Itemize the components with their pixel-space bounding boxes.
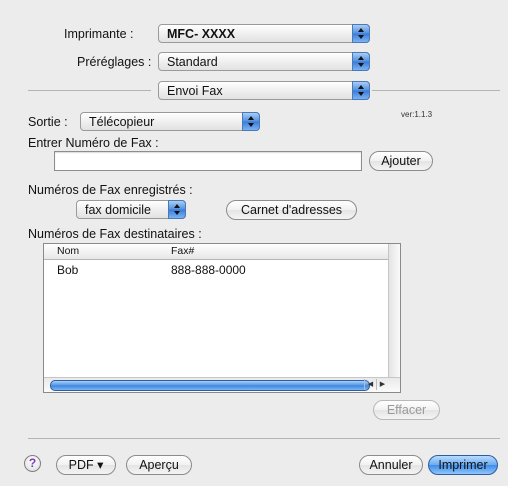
recipients-table[interactable]: Nom Fax# Bob 888-888-0000 ◀ ▶ bbox=[43, 243, 401, 393]
output-label: Sortie : bbox=[28, 115, 68, 129]
printer-popup[interactable]: MFC- XXXX bbox=[158, 24, 370, 43]
saved-numbers-value: fax domicile bbox=[85, 203, 151, 217]
presets-value: Standard bbox=[167, 55, 218, 69]
vertical-scrollbar[interactable] bbox=[388, 244, 400, 378]
separator-right bbox=[372, 90, 500, 91]
section-value: Envoi Fax bbox=[167, 84, 223, 98]
recipient-name: Bob bbox=[57, 263, 79, 277]
separator-left bbox=[28, 90, 151, 91]
output-value: Télécopieur bbox=[89, 115, 155, 129]
recipient-fax: 888-888-0000 bbox=[171, 263, 246, 277]
popup-arrows-icon bbox=[242, 112, 260, 131]
horizontal-scroll-thumb[interactable] bbox=[50, 380, 370, 391]
output-popup[interactable]: Télécopieur bbox=[80, 112, 260, 131]
delete-button[interactable]: Effacer bbox=[373, 400, 440, 420]
cancel-button[interactable]: Annuler bbox=[359, 455, 423, 475]
pdf-button[interactable]: PDF ▾ bbox=[56, 455, 116, 475]
scroll-left-icon[interactable]: ◀ bbox=[364, 379, 376, 390]
preview-button[interactable]: Aperçu bbox=[126, 455, 192, 475]
section-popup[interactable]: Envoi Fax bbox=[158, 81, 370, 100]
printer-value: MFC- XXXX bbox=[167, 27, 236, 41]
popup-arrows-icon bbox=[352, 81, 370, 100]
presets-popup[interactable]: Standard bbox=[158, 52, 370, 71]
scroll-right-icon[interactable]: ▶ bbox=[376, 379, 388, 390]
column-header-fax[interactable]: Fax# bbox=[171, 245, 194, 257]
table-header: Nom Fax# bbox=[44, 244, 388, 260]
print-button[interactable]: Imprimer bbox=[428, 455, 498, 475]
horizontal-scrollbar[interactable]: ◀ ▶ bbox=[44, 377, 400, 392]
column-header-name[interactable]: Nom bbox=[57, 245, 79, 257]
version-text: ver:1.1.3 bbox=[401, 110, 433, 119]
address-book-button[interactable]: Carnet d'adresses bbox=[226, 200, 357, 220]
fax-number-input[interactable] bbox=[54, 151, 362, 171]
fax-entry-label: Entrer Numéro de Fax : bbox=[28, 136, 159, 150]
table-row[interactable]: Bob 888-888-0000 bbox=[44, 262, 388, 277]
saved-numbers-label: Numéros de Fax enregistrés : bbox=[28, 183, 193, 197]
footer-separator bbox=[28, 438, 500, 439]
recipients-label: Numéros de Fax destinataires : bbox=[28, 227, 202, 241]
scroll-arrows[interactable]: ◀ ▶ bbox=[364, 379, 388, 390]
popup-arrows-icon bbox=[352, 52, 370, 71]
printer-label: Imprimante : bbox=[64, 27, 134, 41]
presets-label: Préréglages : bbox=[77, 55, 152, 69]
popup-arrows-icon bbox=[168, 200, 186, 219]
popup-arrows-icon bbox=[352, 24, 370, 43]
help-icon[interactable]: ? bbox=[24, 455, 41, 472]
add-button[interactable]: Ajouter bbox=[369, 151, 433, 171]
saved-numbers-popup[interactable]: fax domicile bbox=[76, 200, 186, 219]
